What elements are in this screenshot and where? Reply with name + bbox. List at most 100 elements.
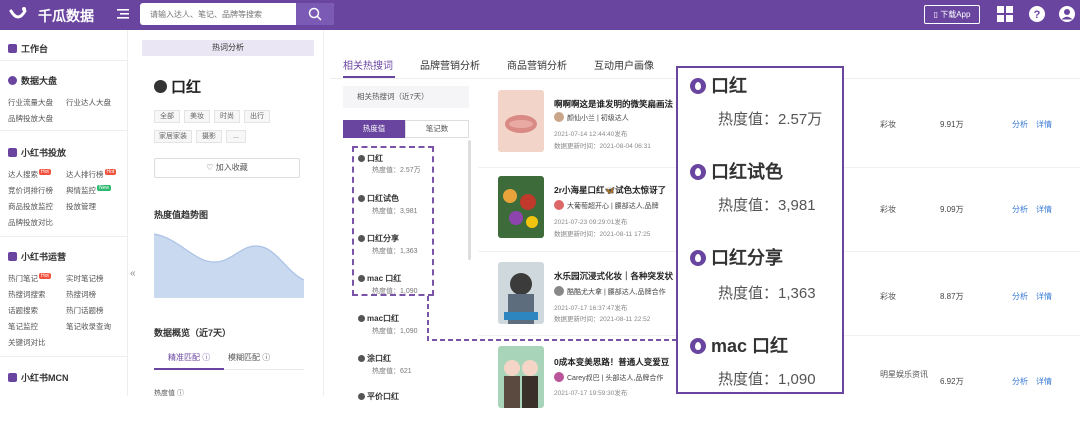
sidebar-item-hot-search[interactable]: 热搜词搜索 [8, 289, 46, 300]
subtab-notes[interactable]: 笔记数 [405, 120, 469, 138]
sidebar-workbench[interactable]: 工作台 [8, 42, 48, 55]
tab-user-profile[interactable]: 互动用户画像 [594, 57, 654, 72]
sidebar-item-opinion[interactable]: 舆情监控 New [66, 185, 112, 196]
update-time: 数据更新时间：2021-08-11 17:25 [554, 231, 651, 238]
keyword-panel: 热词分析 口红 全部 美妆 时尚 出行 家居家装 摄影 ... ♡ 加入收藏 热… [140, 30, 316, 397]
sidebar-section-xhs-mcn[interactable]: 小红书MCN [8, 371, 69, 384]
publish-time: 2021-07-17 16:37:47发布 [554, 305, 628, 312]
detail-link[interactable]: 详情 [1036, 204, 1052, 215]
note-thumbnail[interactable] [498, 176, 544, 238]
sidebar-item-ads-manage[interactable]: 投放管理 [66, 201, 96, 212]
tab-related-keywords[interactable]: 相关热搜词 [343, 57, 393, 72]
search-icon [308, 7, 322, 21]
brand-name[interactable]: 千瓜数据 [38, 6, 94, 26]
sidebar-item-topic-rank[interactable]: 热门话题榜 [66, 305, 104, 316]
sidebar-item-brand-dashboard[interactable]: 品牌投放大盘 [8, 113, 53, 124]
note-title[interactable]: 水乐园沉浸式化妆｜各种突发状 [554, 270, 673, 282]
sidebar-workbench-label: 工作台 [21, 44, 49, 54]
add-favorite-button[interactable]: ♡ 加入收藏 [154, 158, 300, 178]
sidebar-item-hot-search-rank[interactable]: 热搜词榜 [66, 289, 96, 300]
sidebar-item-realtime-notes[interactable]: 实时笔记榜 [66, 273, 104, 284]
sidebar-item-kol-rank[interactable]: 达人排行榜 Hot [66, 169, 117, 180]
analyze-link[interactable]: 分析 [1012, 291, 1028, 302]
panel-header: 热词分析 [142, 40, 314, 56]
callout-word-name: mac 口红 [711, 336, 789, 356]
sidebar-item-brand-compare[interactable]: 品牌投放对比 [8, 217, 53, 228]
favorite-label: 加入收藏 [215, 163, 248, 172]
note-title[interactable]: 啊啊啊这是谁发明的微笑扁画法 [554, 98, 673, 110]
analyze-link[interactable]: 分析 [1012, 204, 1028, 215]
category-chip[interactable]: 美妆 [184, 110, 210, 123]
user-avatar-icon[interactable] [1058, 5, 1076, 23]
search-input[interactable] [140, 3, 290, 25]
highlight-dashed-box [352, 146, 434, 296]
category-chip[interactable]: 摄影 [196, 130, 222, 143]
note-thumbnail[interactable] [498, 346, 544, 408]
category-chip[interactable]: ... [226, 130, 246, 143]
analyze-link[interactable]: 分析 [1012, 376, 1028, 387]
analyze-link[interactable]: 分析 [1012, 119, 1028, 130]
match-fuzzy-label: 模糊匹配 [228, 353, 260, 362]
category-chip[interactable]: 出行 [244, 110, 270, 123]
detail-link[interactable]: 详情 [1036, 119, 1052, 130]
note-category: 彩妆 [880, 205, 896, 214]
sidebar-section-dashboard[interactable]: 数据大盘 [8, 74, 57, 87]
sidebar-item-product-monitor[interactable]: 商品投放监控 [8, 201, 53, 212]
note-title[interactable]: 0成本变美思路！普通人变爱豆 [554, 356, 669, 368]
subtab-heat[interactable]: 热度值 [343, 120, 405, 138]
detail-link[interactable]: 详情 [1036, 376, 1052, 387]
sidebar-item-hot-notes[interactable]: 热门笔记 Hot [8, 273, 51, 284]
search-button[interactable] [296, 3, 334, 25]
note-author[interactable]: 酷酷尤大拿 | 腰部达人,品牌合作 [554, 286, 666, 297]
detail-link[interactable]: 详情 [1036, 291, 1052, 302]
divider [0, 236, 128, 237]
note-title[interactable]: 2r小海星口红🦋试色太惊讶了 [554, 184, 666, 196]
sidebar-item-topic-search[interactable]: 话题搜索 [8, 305, 38, 316]
note-category: 彩妆 [880, 120, 896, 129]
related-word-name: 涂口红 [367, 354, 391, 363]
sidebar-item-keyword-compare[interactable]: 关键词对比 [8, 337, 46, 348]
logo-icon[interactable] [8, 5, 28, 25]
tab-brand-marketing[interactable]: 品牌营销分析 [420, 57, 480, 72]
related-word-item[interactable]: 平价口红 [358, 386, 399, 404]
tab-product-marketing[interactable]: 商品营销分析 [507, 57, 567, 72]
menu-toggle-icon[interactable] [116, 7, 130, 21]
avatar [554, 200, 564, 210]
related-word-item[interactable]: 涂口红 [358, 348, 391, 366]
related-word-value: 热度值：1,090 [372, 328, 418, 335]
note-author[interactable]: 颜仙小兰 | 初级达人 [554, 112, 629, 123]
note-author[interactable]: Carey叔巴 | 头部达人,品牌合作 [554, 372, 663, 383]
note-author[interactable]: 大葡萄超开心 | 腰部达人,品牌 [554, 200, 659, 211]
list-scrollbar[interactable] [468, 140, 471, 260]
tab-fuzzy-match[interactable]: 模糊匹配 ⓘ [228, 352, 270, 363]
sidebar-item-industry-traffic[interactable]: 行业流量大盘 [8, 97, 53, 108]
category-chip[interactable]: 全部 [154, 110, 180, 123]
sidebar-item-industry-kol[interactable]: 行业达人大盘 [66, 97, 111, 108]
help-icon[interactable]: ? [1028, 5, 1046, 23]
workbench-icon [8, 44, 17, 53]
collapse-sidebar-icon[interactable]: « [130, 268, 136, 279]
item-label: 热门笔记 [8, 274, 38, 283]
sidebar-section-xhs-ops[interactable]: 小红书运营 [8, 250, 66, 263]
related-word-name: 平价口红 [367, 392, 399, 401]
note-thumbnail[interactable] [498, 262, 544, 324]
section-title: 小红书运营 [21, 252, 67, 262]
fire-icon [358, 315, 365, 322]
grid-icon[interactable] [996, 5, 1014, 23]
sidebar-section-xhs-ads[interactable]: 小红书投放 [8, 146, 66, 159]
category-chip[interactable]: 时尚 [214, 110, 240, 123]
author-name: 大葡萄超开心 [567, 203, 609, 210]
category-chip[interactable]: 家居家装 [154, 130, 192, 143]
fire-icon [358, 393, 365, 400]
related-word-item[interactable]: mac口红 [358, 308, 399, 326]
hot-badge: Hot [39, 273, 51, 279]
fire-icon [690, 78, 706, 94]
sidebar-item-bid-rank[interactable]: 竞价词排行榜 [8, 185, 53, 196]
fire-icon [690, 338, 706, 354]
download-app-button[interactable]: ▯ 下载App [924, 5, 980, 24]
sidebar-item-note-monitor[interactable]: 笔记监控 [8, 321, 38, 332]
sidebar-item-note-index[interactable]: 笔记收录查询 [66, 321, 111, 332]
note-thumbnail[interactable] [498, 90, 544, 152]
tab-exact-match[interactable]: 精准匹配 ⓘ [168, 352, 210, 363]
sidebar-item-kol-search[interactable]: 达人搜索 Hot [8, 169, 51, 180]
